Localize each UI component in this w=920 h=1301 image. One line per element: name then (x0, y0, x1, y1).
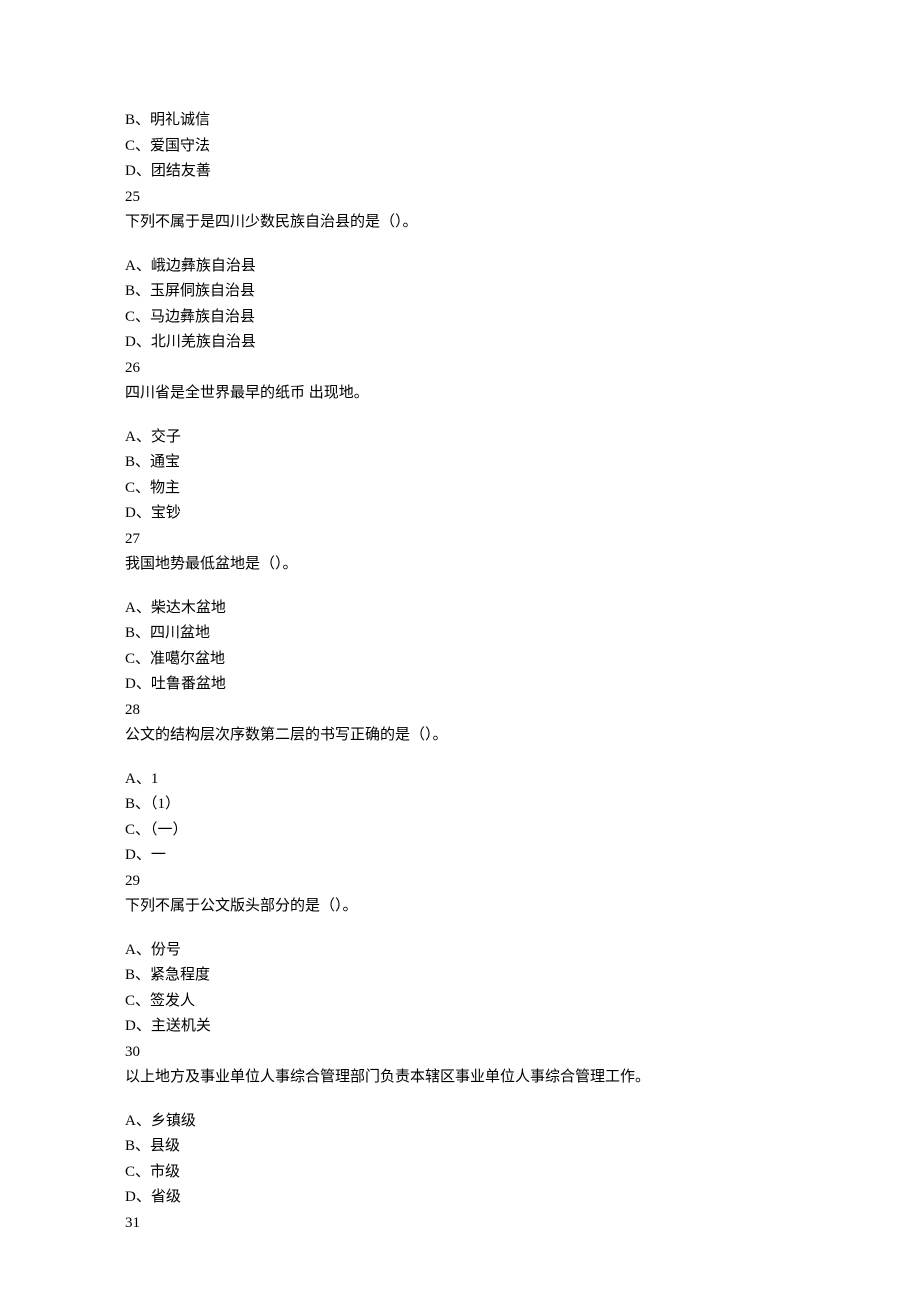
option-line: B、紧急程度 (125, 963, 920, 989)
option-line: C、物主 (125, 476, 920, 502)
question-number: 28 (125, 698, 920, 724)
question-number: 31 (125, 1211, 920, 1237)
option-line: B、四川盆地 (125, 621, 920, 647)
option-line: D、宝钞 (125, 501, 920, 527)
option-line: C、签发人 (125, 989, 920, 1015)
option-line: B、（1） (125, 792, 920, 818)
option-line: D、省级 (125, 1185, 920, 1211)
question-number: 29 (125, 869, 920, 895)
option-line: A、柴达木盆地 (125, 596, 920, 622)
question-stem: 我国地势最低盆地是（）。 (125, 552, 920, 578)
document-page: B、明礼诚信 C、爱国守法 D、团结友善 25 下列不属于是四川少数民族自治县的… (0, 0, 920, 1301)
option-line: C、市级 (125, 1160, 920, 1186)
option-line: D、吐鲁番盆地 (125, 672, 920, 698)
option-line: B、明礼诚信 (125, 108, 920, 134)
question-stem: 下列不属于是四川少数民族自治县的是（）。 (125, 210, 920, 236)
option-line: B、玉屏侗族自治县 (125, 279, 920, 305)
option-line: A、峨边彝族自治县 (125, 254, 920, 280)
question-stem: 四川省是全世界最早的纸币 出现地。 (125, 381, 920, 407)
question-number: 30 (125, 1040, 920, 1066)
option-line: D、一 (125, 843, 920, 869)
question-number: 27 (125, 527, 920, 553)
option-line: D、团结友善 (125, 159, 920, 185)
option-line: C、（一） (125, 818, 920, 844)
option-line: A、交子 (125, 425, 920, 451)
option-line: A、1 (125, 767, 920, 793)
question-number: 25 (125, 185, 920, 211)
option-line: D、主送机关 (125, 1014, 920, 1040)
question-stem: 以上地方及事业单位人事综合管理部门负责本辖区事业单位人事综合管理工作。 (125, 1065, 920, 1091)
option-line: B、通宝 (125, 450, 920, 476)
question-number: 26 (125, 356, 920, 382)
option-line: C、马边彝族自治县 (125, 305, 920, 331)
option-line: A、乡镇级 (125, 1109, 920, 1135)
question-stem: 公文的结构层次序数第二层的书写正确的是（）。 (125, 723, 920, 749)
option-line: B、县级 (125, 1134, 920, 1160)
option-line: C、爱国守法 (125, 134, 920, 160)
option-line: D、北川羌族自治县 (125, 330, 920, 356)
option-line: C、准噶尔盆地 (125, 647, 920, 673)
option-line: A、份号 (125, 938, 920, 964)
question-stem: 下列不属于公文版头部分的是（）。 (125, 894, 920, 920)
